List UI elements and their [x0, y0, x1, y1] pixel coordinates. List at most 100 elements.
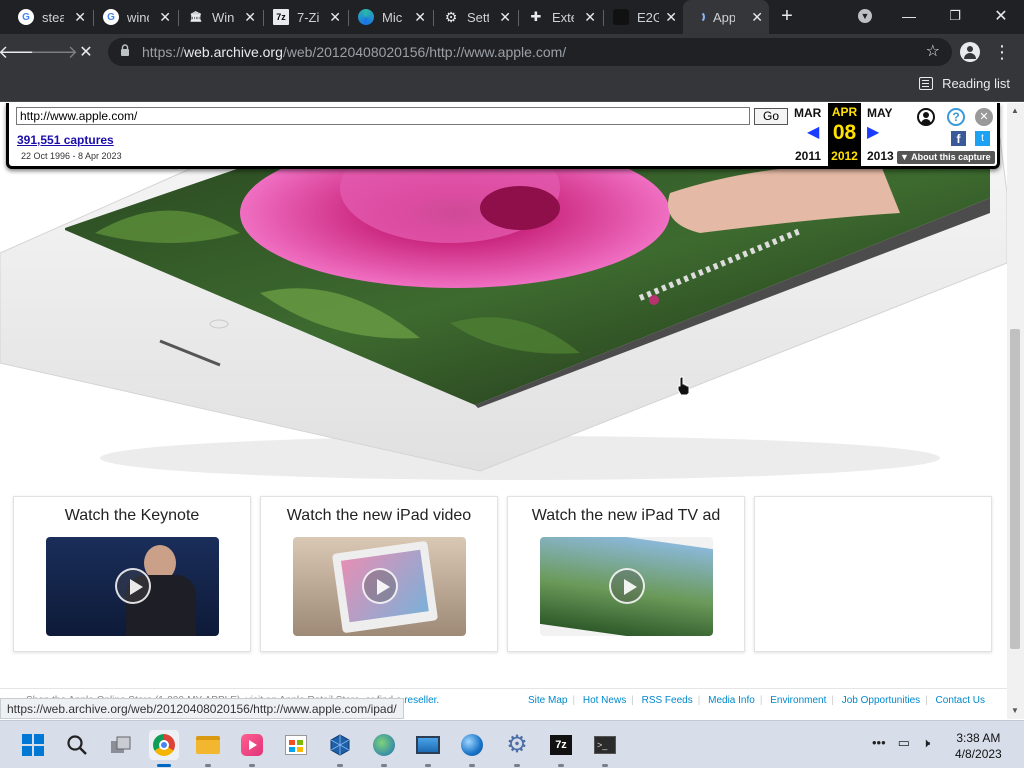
- browser-globe-button[interactable]: [457, 730, 487, 767]
- tab-label: Exte: [552, 9, 574, 25]
- terminal-button[interactable]: >_: [590, 730, 620, 767]
- search-button[interactable]: [62, 730, 92, 760]
- close-icon[interactable]: ✕: [74, 9, 86, 26]
- stop-loading-button[interactable]: ✕: [70, 34, 102, 70]
- chrome-taskbar-button[interactable]: [149, 730, 179, 767]
- close-icon[interactable]: ✕: [499, 9, 511, 26]
- scroll-up-icon[interactable]: ▲: [1011, 106, 1019, 115]
- next-capture-arrow-icon[interactable]: ▶: [867, 122, 879, 142]
- prev-year-label[interactable]: 2011: [795, 149, 821, 163]
- gear-icon: ⚙: [444, 8, 458, 25]
- wayback-url-input[interactable]: [16, 107, 750, 125]
- task-view-button[interactable]: [106, 730, 136, 760]
- facebook-icon[interactable]: f: [951, 131, 966, 146]
- footer-link-rss[interactable]: RSS Feeds: [642, 695, 693, 706]
- 7zip-icon: 7z: [550, 735, 572, 755]
- restore-button[interactable]: ❐: [932, 0, 978, 32]
- footer-link-media-info[interactable]: Media Info: [708, 695, 755, 706]
- ipad-video-thumbnail[interactable]: [293, 537, 466, 636]
- tab-6[interactable]: ⚙ Sett ✕: [433, 0, 517, 34]
- reading-list-button[interactable]: Reading list: [919, 76, 1010, 91]
- tab-2[interactable]: G wind ✕: [93, 0, 177, 34]
- tab-5[interactable]: Mic ✕: [348, 0, 432, 34]
- network-app-button[interactable]: [369, 730, 399, 767]
- new-tab-button[interactable]: +: [764, 0, 810, 32]
- ipad-tv-ad-card[interactable]: Watch the new iPad TV ad: [507, 496, 745, 652]
- footer-links: Site Map | Hot News | RSS Feeds | Media Inf…: [527, 695, 985, 706]
- display-icon[interactable]: ▭: [898, 735, 910, 751]
- close-icon[interactable]: ✕: [665, 9, 677, 26]
- menu-icon[interactable]: ⋮: [986, 34, 1018, 70]
- virtualbox-button[interactable]: [325, 730, 355, 767]
- footer-link-hot-news[interactable]: Hot News: [583, 695, 626, 706]
- close-icon[interactable]: ✕: [584, 9, 596, 26]
- twitter-icon[interactable]: t: [975, 131, 990, 146]
- 7zip-taskbar-button[interactable]: 7z: [546, 730, 576, 767]
- minimize-button[interactable]: —: [886, 0, 932, 32]
- next-year-label[interactable]: 2013: [867, 149, 894, 163]
- reading-list-label: Reading list: [942, 76, 1010, 91]
- overflow-icon[interactable]: •••: [872, 735, 886, 751]
- vertical-scrollbar[interactable]: ▲ ▼: [1007, 103, 1024, 719]
- keynote-thumbnail[interactable]: [46, 537, 219, 636]
- google-icon: G: [103, 9, 119, 25]
- star-icon[interactable]: ☆: [926, 41, 940, 61]
- terminal-icon: >_: [594, 736, 616, 754]
- store-button[interactable]: [281, 730, 311, 760]
- footer-link-site-map[interactable]: Site Map: [528, 695, 567, 706]
- scrollbar-thumb[interactable]: [1010, 329, 1020, 649]
- tab-1[interactable]: G stea ✕: [8, 0, 92, 34]
- wayback-go-button[interactable]: Go: [754, 108, 788, 125]
- footer-link-environment[interactable]: Environment: [770, 695, 826, 706]
- monitor-icon: [416, 736, 440, 754]
- address-bar[interactable]: https://web.archive.org/web/201204080201…: [108, 38, 952, 66]
- current-capture-date: APR 08 2012: [828, 103, 861, 166]
- play-icon[interactable]: [362, 568, 398, 604]
- close-icon[interactable]: ✕: [975, 108, 993, 126]
- tab-7[interactable]: ✚ Exte ✕: [518, 0, 602, 34]
- url-domain: web.archive.org: [184, 44, 283, 60]
- file-explorer-button[interactable]: [193, 730, 223, 767]
- tab-4[interactable]: 7z 7-Zi ✕: [263, 0, 347, 34]
- ipad-video-card[interactable]: Watch the new iPad video: [260, 496, 498, 652]
- keynote-card[interactable]: Watch the Keynote: [13, 496, 251, 652]
- settings-taskbar-button[interactable]: ⚙: [502, 730, 532, 767]
- close-icon[interactable]: ✕: [159, 9, 171, 26]
- tab-3[interactable]: 🏛 Win ✕: [178, 0, 262, 34]
- close-window-button[interactable]: ✕: [978, 0, 1024, 32]
- play-icon[interactable]: [609, 568, 645, 604]
- tab-9-active[interactable]: App ✕: [683, 0, 769, 34]
- play-icon[interactable]: [115, 568, 151, 604]
- remote-desktop-button[interactable]: [413, 730, 443, 767]
- ipad-tv-ad-thumbnail[interactable]: [540, 537, 713, 636]
- close-icon[interactable]: ✕: [414, 9, 426, 26]
- reseller-link[interactable]: reseller.: [404, 695, 439, 706]
- volume-muted-icon[interactable]: 🕨: [922, 735, 930, 751]
- tab-label: 7-Zi: [297, 9, 319, 25]
- taskbar-clock[interactable]: 3:38 AM 4/8/2023: [955, 730, 1002, 762]
- captures-link[interactable]: 391,551 captures: [17, 133, 114, 147]
- close-icon[interactable]: ✕: [751, 9, 763, 26]
- browser-toolbar: 🡐 🡒 ✕ https://web.archive.org/web/201204…: [0, 34, 1024, 70]
- card-title: Watch the new iPad video: [286, 507, 472, 524]
- tab-search-button[interactable]: ▼: [842, 0, 888, 32]
- forward-button[interactable]: 🡒: [30, 34, 78, 70]
- scroll-down-icon[interactable]: ▼: [1011, 706, 1019, 715]
- footer-link-contact[interactable]: Contact Us: [936, 695, 985, 706]
- start-button[interactable]: [18, 730, 48, 760]
- prev-capture-arrow-icon[interactable]: ◀: [807, 122, 819, 142]
- footer-link-jobs[interactable]: Job Opportunities: [842, 695, 920, 706]
- next-month-label[interactable]: MAY: [867, 106, 893, 120]
- close-icon[interactable]: ✕: [244, 9, 256, 26]
- help-icon[interactable]: ?: [947, 108, 965, 126]
- clock-time: 3:38 AM: [956, 731, 1001, 745]
- tab-8[interactable]: E2G ✕: [603, 0, 683, 34]
- task-view-icon: [111, 736, 131, 753]
- prev-month-label[interactable]: MAR: [794, 106, 821, 120]
- about-capture-label: About this capture: [911, 152, 991, 162]
- user-account-icon[interactable]: [917, 108, 935, 126]
- close-icon[interactable]: ✕: [329, 9, 341, 26]
- media-player-button[interactable]: [237, 730, 267, 767]
- profile-icon[interactable]: [954, 34, 986, 70]
- about-capture-button[interactable]: ▼ About this capture: [897, 151, 995, 164]
